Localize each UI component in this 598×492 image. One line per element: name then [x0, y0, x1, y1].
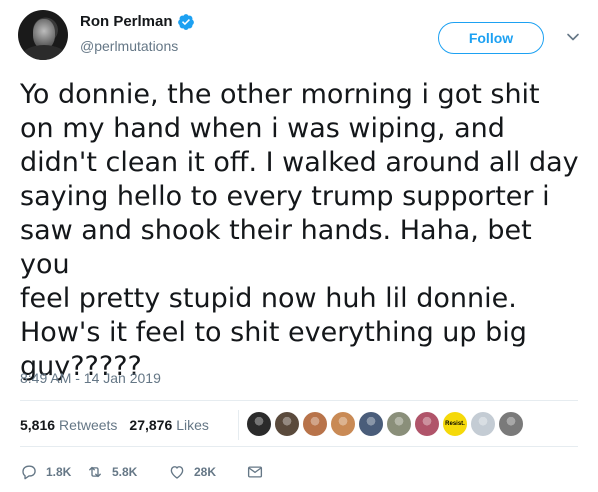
direct-message-button[interactable]	[246, 463, 272, 481]
display-name[interactable]: Ron Perlman	[80, 12, 173, 32]
liker-avatar[interactable]	[386, 411, 412, 437]
display-name-row: Ron Perlman	[80, 12, 195, 32]
liker-avatar[interactable]	[414, 411, 440, 437]
like-button[interactable]: 28K	[168, 463, 246, 481]
heart-icon	[170, 466, 184, 479]
liker-avatar[interactable]	[302, 411, 328, 437]
follow-button[interactable]: Follow	[438, 22, 544, 54]
reply-icon	[22, 465, 36, 480]
like-count: 28K	[194, 465, 217, 479]
liker-avatar-text: Resist.	[445, 421, 465, 427]
liker-avatar[interactable]	[246, 411, 272, 437]
liker-avatar[interactable]: Resist.	[442, 411, 468, 437]
retweet-button[interactable]: 5.8K	[86, 463, 168, 481]
chevron-down-icon[interactable]	[566, 30, 580, 44]
retweets-count[interactable]: 5,816	[20, 417, 55, 433]
liker-avatar[interactable]	[358, 411, 384, 437]
tweet-text: Yo donnie, the other morning i got shit …	[20, 79, 579, 382]
tweet-timestamp[interactable]: 8:49 AM - 14 Jan 2019	[20, 370, 161, 386]
retweets-label[interactable]: Retweets	[59, 417, 117, 433]
reply-button[interactable]: 1.8K	[20, 463, 86, 481]
envelope-icon	[247, 466, 263, 478]
likes-label[interactable]: Likes	[176, 417, 209, 433]
liker-avatars: Resist.	[246, 411, 526, 437]
avatar[interactable]	[18, 10, 68, 60]
tweet-header: Ron Perlman @perlmutations Follow	[18, 10, 584, 62]
liker-avatar[interactable]	[330, 411, 356, 437]
user-names: Ron Perlman @perlmutations	[80, 12, 195, 56]
retweet-count: 5.8K	[112, 465, 138, 479]
liker-avatar[interactable]	[470, 411, 496, 437]
reply-count: 1.8K	[46, 465, 72, 479]
avatar-shoulders	[22, 45, 66, 60]
liker-avatar[interactable]	[498, 411, 524, 437]
divider	[20, 400, 578, 401]
liker-avatar[interactable]	[274, 411, 300, 437]
verified-badge-icon	[177, 13, 195, 31]
divider	[20, 446, 578, 447]
likes-count[interactable]: 27,876	[129, 417, 172, 433]
stats-separator	[238, 410, 239, 440]
tweet-actions: 1.8K 5.8K 28K	[20, 460, 272, 484]
tweet-stats: 5,816 Retweets 27,876 Likes	[20, 413, 209, 437]
retweet-icon	[89, 466, 101, 478]
user-handle[interactable]: @perlmutations	[80, 36, 195, 56]
